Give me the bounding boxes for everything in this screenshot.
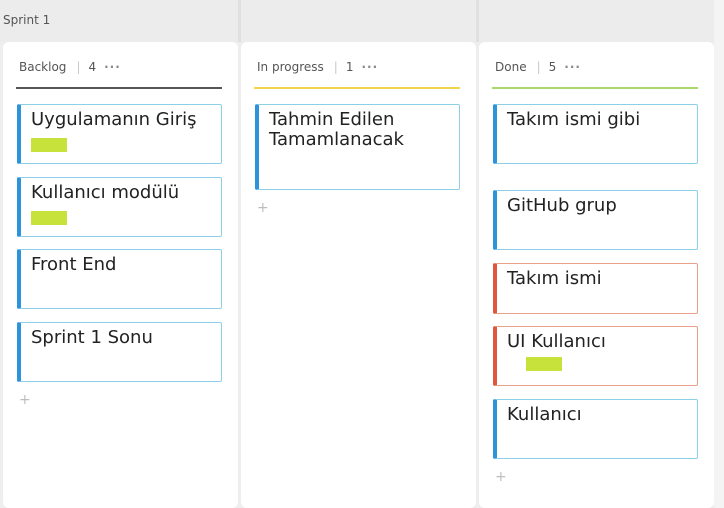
card-title: GitHub grup: [507, 195, 617, 216]
column-accent-line: [16, 87, 222, 89]
sprint-header-band: [0, 0, 724, 42]
add-card-button[interactable]: +: [257, 200, 269, 216]
column-accent-line: [492, 87, 698, 89]
sprint-title: Sprint 1: [3, 13, 51, 27]
column-count: 4: [88, 60, 97, 74]
column-accent-line: [254, 87, 460, 89]
column-count: 1: [345, 60, 354, 74]
header-divider: [238, 0, 241, 42]
task-card[interactable]: UI Kullanıcı: [493, 326, 698, 386]
task-card[interactable]: Uygulamanın Giriş: [17, 104, 222, 164]
more-options-icon[interactable]: ···: [361, 60, 378, 74]
task-card[interactable]: Tahmin Edilen Tamamlanacak: [255, 104, 460, 190]
card-title: Kullanıcı modülü: [31, 182, 180, 203]
task-card[interactable]: Kullanıcı: [493, 399, 698, 459]
card-title: Sprint 1 Sonu: [31, 327, 153, 348]
card-title: Takım ismi gibi: [507, 109, 641, 130]
label-tag: [526, 357, 562, 371]
add-card-button[interactable]: +: [495, 469, 507, 485]
label-tag: [31, 211, 67, 225]
task-card[interactable]: Sprint 1 Sonu: [17, 322, 222, 382]
column-title: Done: [495, 60, 527, 74]
more-options-icon[interactable]: ···: [104, 60, 121, 74]
column-title: Backlog: [19, 60, 67, 74]
more-options-icon[interactable]: ···: [564, 60, 581, 74]
task-card[interactable]: Takım ismi: [493, 263, 698, 314]
column-done: Done | 5 ··· Takım ismi gibi GitHub grup…: [479, 42, 714, 508]
label-tag: [31, 138, 67, 152]
column-header: Backlog | 4 ···: [19, 60, 121, 74]
card-title: Front End: [31, 254, 117, 275]
column-header: Done | 5 ···: [495, 60, 581, 74]
column-backlog: Backlog | 4 ··· Uygulamanın Giriş Kullan…: [3, 42, 238, 508]
board-edge: [714, 0, 724, 508]
task-card[interactable]: Kullanıcı modülü: [17, 177, 222, 237]
card-title: UI Kullanıcı: [507, 331, 606, 352]
header-divider: [476, 0, 479, 42]
task-card[interactable]: Takım ismi gibi: [493, 104, 698, 164]
card-title: Tahmin Edilen Tamamlanacak: [269, 109, 404, 150]
card-title: Takım ismi: [507, 268, 602, 289]
add-card-button[interactable]: +: [19, 392, 31, 408]
task-card[interactable]: GitHub grup: [493, 190, 698, 250]
column-in-progress: In progress | 1 ··· Tahmin Edilen Tamaml…: [241, 42, 476, 508]
task-card[interactable]: Front End: [17, 249, 222, 309]
column-header: In progress | 1 ···: [257, 60, 379, 74]
column-title: In progress: [257, 60, 324, 74]
column-count: 5: [548, 60, 557, 74]
card-title: Kullanıcı: [507, 404, 582, 425]
card-title: Uygulamanın Giriş: [31, 109, 197, 130]
